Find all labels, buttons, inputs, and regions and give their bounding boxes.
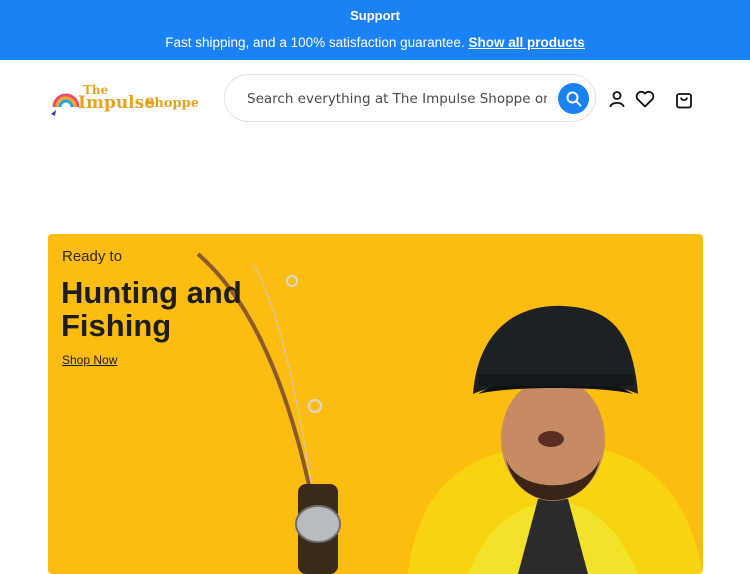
announcement-bar: Support Fast shipping, and a 100% satisf…: [0, 0, 750, 60]
cart-bag-icon: [676, 92, 692, 108]
wishlist-button[interactable]: [634, 88, 656, 110]
cart-button[interactable]: [673, 88, 695, 110]
logo-shoppe: Shoppe: [145, 96, 199, 111]
shipping-message: Fast shipping, and a 100% satisfaction g…: [0, 35, 750, 50]
shop-now-link[interactable]: Shop Now: [62, 353, 117, 367]
search-input[interactable]: [247, 87, 547, 111]
show-all-products-link[interactable]: Show all products: [468, 35, 584, 50]
search-button[interactable]: [558, 83, 589, 114]
rainbow-logo-icon: [51, 93, 80, 116]
store-logo[interactable]: The Impulse Shoppe: [48, 83, 199, 119]
logo-impulse: Impulse: [78, 93, 156, 113]
hero-pretitle: Ready to: [62, 248, 123, 265]
shipping-text: Fast shipping, and a 100% satisfaction g…: [165, 35, 465, 50]
account-icon: [609, 91, 625, 108]
support-link[interactable]: Support: [0, 8, 750, 23]
hero-title: Hunting and Fishing: [61, 275, 242, 343]
account-button[interactable]: [606, 88, 628, 110]
search-bar: [224, 74, 596, 122]
wishlist-heart-icon: [635, 90, 655, 108]
hero-banner: Ready to Hunting and Fishing Shop Now: [48, 234, 703, 574]
search-icon: [566, 91, 581, 106]
